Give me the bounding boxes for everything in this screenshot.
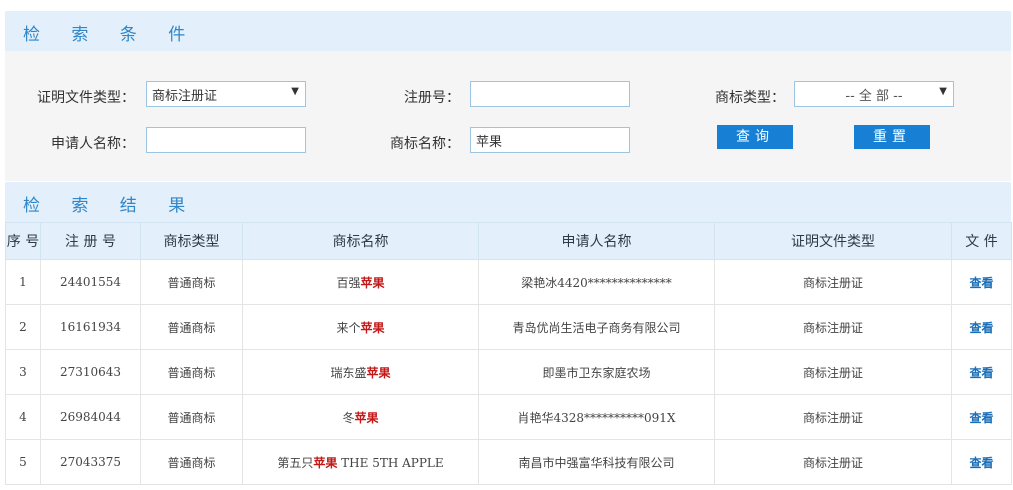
row-reg-no: 26984044 [40,394,141,440]
row-tm-name: 百强苹果 [242,259,479,305]
tm-name-text: 冬 [342,410,355,425]
query-button[interactable]: 查询 [717,125,793,149]
row-no: 2 [5,304,41,350]
tm-name-suffix: THE 5TH APPLE [337,455,444,470]
search-conditions-panel: 证明文件类型： 商标注册证 ▼ 注册号： 商标类型： -- 全 部 -- ▼ 申… [5,51,1011,181]
row-no: 4 [5,394,41,440]
row-no: 5 [5,439,41,485]
row-applicant: 即墨市卫东家庭农场 [478,349,715,395]
row-tm-type: 普通商标 [140,394,243,440]
row-tm-type: 普通商标 [140,259,243,305]
table-row: 1 24401554 普通商标 百强苹果 梁艳冰4420************… [5,259,1012,305]
row-reg-no: 27043375 [40,439,141,485]
dropdown-arrow-icon: ▼ [939,86,947,97]
col-header-no: 序 号 [5,222,41,260]
col-header-tm-name: 商标名称 [242,222,479,260]
tm-name-label: 商标名称： [390,136,460,152]
doc-type-select[interactable]: 商标注册证 ▼ [146,81,306,107]
table-row: 2 16161934 普通商标 来个苹果 青岛优尚生活电子商务有限公司 商标注册… [5,304,1012,350]
reg-no-label: 注册号： [404,90,460,106]
row-tm-name: 瑞东盛苹果 [242,349,479,395]
tm-type-select[interactable]: -- 全 部 -- ▼ [794,81,954,107]
tm-name-value: 苹果 [476,135,503,150]
col-header-doc-type: 证明文件类型 [714,222,952,260]
col-header-applicant: 申请人名称 [478,222,715,260]
tm-name-highlight: 苹果 [360,275,385,290]
doc-type-value: 商标注册证 [152,89,218,104]
view-link[interactable]: 查看 [969,456,993,470]
tm-name-text: 百强 [336,275,361,290]
row-no: 1 [5,259,41,305]
row-tm-type: 普通商标 [140,349,243,395]
tm-name-input[interactable]: 苹果 [470,127,630,153]
reset-button[interactable]: 重置 [854,125,930,149]
view-link[interactable]: 查看 [969,276,993,290]
search-conditions-title: 检 索 条 件 [23,25,199,45]
applicant-input[interactable] [146,127,306,153]
row-tm-name: 冬苹果 [242,394,479,440]
row-doc-type: 商标注册证 [714,259,952,305]
row-applicant: 南昌市中强富华科技有限公司 [478,439,715,485]
row-no: 3 [5,349,41,395]
tm-name-text: 瑞东盛 [330,365,367,380]
search-results-header: 检 索 结 果 [5,182,1011,222]
row-doc-type: 商标注册证 [714,439,952,485]
view-link[interactable]: 查看 [969,321,993,335]
view-link[interactable]: 查看 [969,366,993,380]
row-doc-type: 商标注册证 [714,394,952,440]
row-applicant: 梁艳冰4420************** [478,259,715,305]
applicant-label: 申请人名称： [51,136,135,152]
row-tm-type: 普通商标 [140,304,243,350]
search-conditions-header: 检 索 条 件 [5,11,1011,51]
tm-name-text: 第五只 [277,455,314,470]
col-header-file: 文 件 [951,222,1012,260]
row-tm-name: 来个苹果 [242,304,479,350]
row-tm-type: 普通商标 [140,439,243,485]
tm-type-value: -- 全 部 -- [845,89,903,104]
table-row: 5 27043375 普通商标 第五只苹果 THE 5TH APPLE 南昌市中… [5,439,1012,485]
row-doc-type: 商标注册证 [714,304,952,350]
reg-no-input[interactable] [470,81,630,107]
row-tm-name: 第五只苹果 THE 5TH APPLE [242,439,479,485]
tm-name-text: 来个 [336,320,361,335]
tm-name-highlight: 苹果 [354,410,379,425]
col-header-tm-type: 商标类型 [140,222,243,260]
col-header-reg-no: 注 册 号 [40,222,141,260]
doc-type-label: 证明文件类型： [37,90,135,106]
tm-name-highlight: 苹果 [360,320,385,335]
tm-name-highlight: 苹果 [313,455,338,470]
table-row: 4 26984044 普通商标 冬苹果 肖艳华4328**********091… [5,394,1012,440]
tm-type-label: 商标类型： [715,90,785,106]
table-row: 3 27310643 普通商标 瑞东盛苹果 即墨市卫东家庭农场 商标注册证 查看 [5,349,1012,395]
view-link[interactable]: 查看 [969,411,993,425]
search-results-title: 检 索 结 果 [23,196,199,216]
tm-name-highlight: 苹果 [366,365,391,380]
dropdown-arrow-icon: ▼ [291,86,299,97]
row-reg-no: 16161934 [40,304,141,350]
row-reg-no: 27310643 [40,349,141,395]
row-reg-no: 24401554 [40,259,141,305]
row-applicant: 肖艳华4328**********091X [478,394,715,440]
row-doc-type: 商标注册证 [714,349,952,395]
row-applicant: 青岛优尚生活电子商务有限公司 [478,304,715,350]
results-table: 序 号 注 册 号 商标类型 商标名称 申请人名称 证明文件类型 文 件 1 2… [5,222,1012,485]
table-header-row: 序 号 注 册 号 商标类型 商标名称 申请人名称 证明文件类型 文 件 [5,222,1012,260]
